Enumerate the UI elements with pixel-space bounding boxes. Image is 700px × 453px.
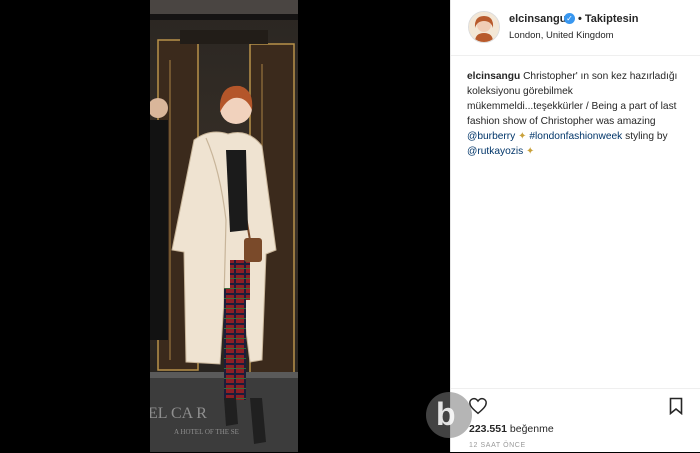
hashtag-link[interactable]: #londonfashionweek — [529, 131, 622, 142]
avatar-image — [469, 12, 499, 42]
verified-badge-icon: ✓ — [564, 13, 575, 24]
mention-rutkayozis[interactable]: @rutkayozis — [467, 146, 523, 157]
likes-number: 223.551 — [469, 423, 507, 435]
sparkle-emoji-icon: ✦ — [526, 146, 535, 157]
post-media: EL CA R A HOTEL OF THE SE — [0, 0, 450, 452]
likes-label: beğenme — [509, 423, 554, 435]
post-side-panel: elcinsangu ✓ • Takiptesin London, United… — [450, 0, 700, 452]
site-watermark-logo: b — [426, 392, 472, 438]
caption-username[interactable]: elcinsangu — [467, 71, 520, 82]
mention-burberry[interactable]: @burberry — [467, 131, 515, 142]
location-link[interactable]: London, United Kingdom — [509, 30, 614, 41]
bookmark-icon[interactable] — [669, 397, 683, 415]
styling-text: styling by — [625, 131, 668, 142]
username-link[interactable]: elcinsangu — [509, 13, 566, 25]
mat-sign-text: EL CA R — [150, 405, 207, 422]
likes-count[interactable]: 223.551 beğenme — [469, 423, 554, 435]
post-caption: elcinsangu Christopher' ın son kez hazır… — [467, 69, 689, 159]
post-photo[interactable]: EL CA R A HOTEL OF THE SE — [150, 0, 298, 452]
photo-illustration: EL CA R A HOTEL OF THE SE — [150, 0, 298, 452]
follow-status[interactable]: • Takiptesin — [578, 13, 639, 25]
post-timestamp[interactable]: 12 SAAT ÖNCE — [469, 442, 526, 449]
post-actions: 223.551 beğenme 12 SAAT ÖNCE — [451, 388, 700, 453]
sparkle-emoji-icon: ✦ — [518, 131, 527, 142]
mat-sign-subtext: A HOTEL OF THE SE — [174, 428, 239, 436]
post-header: elcinsangu ✓ • Takiptesin London, United… — [451, 0, 700, 56]
avatar[interactable] — [468, 11, 500, 43]
